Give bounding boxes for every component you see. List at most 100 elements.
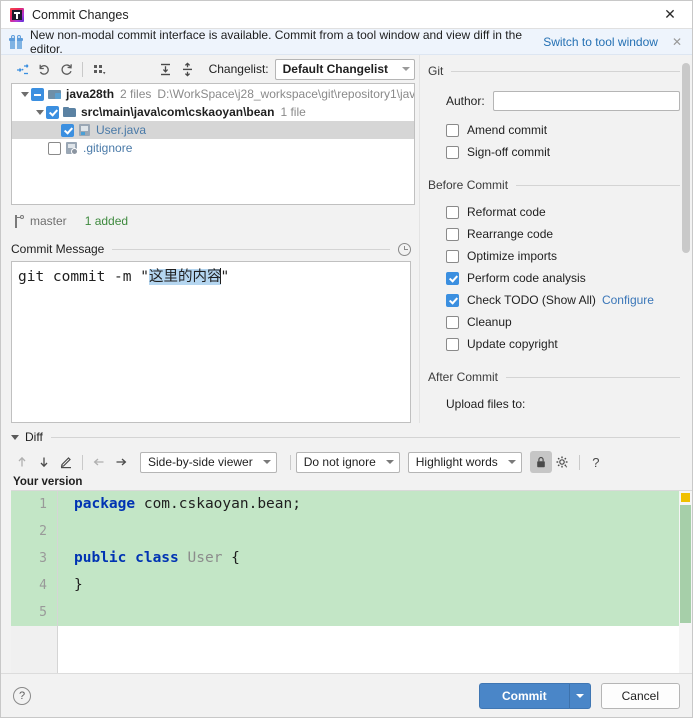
warning-marker-icon[interactable] (681, 493, 690, 502)
option-perform-code-analysis[interactable]: Perform code analysis (446, 267, 692, 289)
divider (50, 436, 680, 438)
code-content[interactable]: package com.cskaoyan.bean; public class … (57, 491, 692, 673)
checkbox[interactable] (446, 123, 459, 137)
scrollbar-thumb[interactable] (680, 505, 691, 623)
option-check-todo[interactable]: Check TODO (Show All) Configure (446, 289, 692, 311)
line-number: 2 (11, 518, 57, 545)
checkbox[interactable] (446, 227, 459, 241)
divider (451, 70, 680, 72)
changed-files-tree[interactable]: java28th 2 files D:\WorkSpace\j28_worksp… (11, 83, 415, 205)
notification-close-icon[interactable]: ✕ (668, 35, 686, 49)
expand-twisty-icon[interactable] (33, 106, 46, 119)
group-by-icon[interactable] (88, 58, 110, 80)
toolbar-separator (578, 454, 580, 470)
help-icon[interactable]: ? (585, 451, 607, 473)
option-reformat-code[interactable]: Reformat code (446, 201, 692, 223)
diff-scrollbar[interactable] (679, 491, 692, 673)
changelist-dropdown[interactable]: Default Changelist (274, 58, 415, 80)
collapse-twisty-icon[interactable] (11, 434, 19, 440)
edit-icon[interactable] (55, 451, 77, 473)
upload-files-to-label: Upload files to: (446, 397, 526, 411)
expand-all-icon[interactable] (155, 58, 177, 80)
before-commit-group-title: Before Commit (428, 178, 509, 192)
after-commit-group-header: After Commit (428, 369, 680, 385)
highlight-mode-value: Highlight words (415, 455, 498, 469)
your-version-label: Your version (13, 476, 83, 488)
divider (112, 248, 390, 250)
commit-options-pane: Git Author: Amend commit Sign-off commit (419, 55, 692, 423)
option-update-copyright[interactable]: Update copyright (446, 333, 692, 355)
branch-name: master (30, 214, 67, 228)
tree-checkbox[interactable] (48, 141, 61, 155)
option-cleanup[interactable]: Cleanup (446, 311, 692, 333)
line-number: 5 (11, 599, 57, 626)
tree-row[interactable]: User.java (12, 121, 414, 139)
next-difference-icon[interactable] (33, 451, 55, 473)
changelist-value: Default Changelist (282, 62, 388, 76)
java-file-icon (78, 123, 92, 137)
clock-icon[interactable] (398, 242, 411, 256)
collapse-all-icon[interactable] (177, 58, 199, 80)
divider (506, 376, 680, 378)
tree-row[interactable]: .gitignore (12, 139, 414, 157)
prev-difference-icon[interactable] (11, 451, 33, 473)
checkbox[interactable] (446, 205, 459, 219)
window-close-button[interactable]: ✕ (648, 1, 692, 29)
apply-left-icon[interactable] (88, 451, 110, 473)
notification-message: New non-modal commit interface is availa… (30, 27, 522, 56)
checkbox[interactable] (446, 249, 459, 263)
code-line (58, 518, 692, 545)
tree-checkbox[interactable] (61, 123, 74, 137)
checkbox[interactable] (446, 315, 459, 329)
expand-twisty-icon[interactable] (18, 88, 31, 101)
cancel-button[interactable]: Cancel (600, 682, 680, 709)
tree-checkbox[interactable] (46, 105, 59, 119)
tree-checkbox[interactable] (31, 87, 44, 101)
apply-right-icon[interactable] (110, 451, 132, 473)
author-row: Author: (428, 91, 680, 111)
checkbox[interactable] (446, 271, 459, 285)
whitespace-mode-dropdown[interactable]: Do not ignore (295, 451, 400, 473)
module-icon (48, 87, 62, 101)
checkbox[interactable] (446, 293, 459, 307)
highlight-mode-dropdown[interactable]: Highlight words (407, 451, 522, 473)
git-group-title: Git (428, 64, 444, 78)
configure-link[interactable]: Configure (602, 293, 654, 307)
branch-status-line: master 1 added (13, 211, 419, 231)
show-diff-icon[interactable] (11, 58, 33, 80)
changes-toolbar: Changelist: Default Changelist (1, 55, 419, 83)
author-input[interactable] (492, 91, 680, 111)
commit-message-text: git commit -m "这里的内容" (18, 267, 404, 287)
commit-button-group: Commit (478, 682, 591, 709)
code-line: } (58, 572, 692, 599)
switch-to-tool-window-link[interactable]: Switch to tool window (543, 35, 658, 49)
commit-button[interactable]: Commit (478, 682, 569, 709)
option-sign-off-commit[interactable]: Sign-off commit (446, 141, 692, 163)
option-amend-commit[interactable]: Amend commit (446, 119, 692, 141)
tree-row[interactable]: src\main\java\com\cskaoyan\bean 1 file (12, 103, 414, 121)
option-label: Reformat code (467, 205, 546, 219)
checkbox[interactable] (446, 337, 459, 351)
revert-icon[interactable] (33, 58, 55, 80)
code-token: User (187, 550, 223, 566)
code-token: public class (74, 550, 188, 566)
window-title: Commit Changes (32, 7, 129, 22)
refresh-icon[interactable] (55, 58, 77, 80)
options-scrollbar[interactable] (682, 63, 690, 383)
help-button[interactable]: ? (13, 686, 31, 705)
commit-dropdown-button[interactable] (568, 682, 591, 709)
settings-gear-icon[interactable] (552, 451, 574, 473)
top-split: Changelist: Default Changelist java28th (1, 55, 692, 423)
option-rearrange-code[interactable]: Rearrange code (446, 223, 692, 245)
tree-node-label: src\main\java\com\cskaoyan\bean (81, 105, 275, 119)
tree-row[interactable]: java28th 2 files D:\WorkSpace\j28_worksp… (12, 85, 414, 103)
checkbox[interactable] (446, 145, 459, 159)
tree-node-label: User.java (96, 123, 147, 137)
after-commit-group-title: After Commit (428, 370, 499, 384)
option-optimize-imports[interactable]: Optimize imports (446, 245, 692, 267)
commit-message-input[interactable]: git commit -m "这里的内容" (11, 261, 411, 423)
scrollbar-thumb[interactable] (682, 63, 690, 253)
lock-icon[interactable] (529, 451, 552, 473)
code-token: } (74, 577, 83, 593)
viewer-mode-dropdown[interactable]: Side-by-side viewer (140, 451, 277, 473)
